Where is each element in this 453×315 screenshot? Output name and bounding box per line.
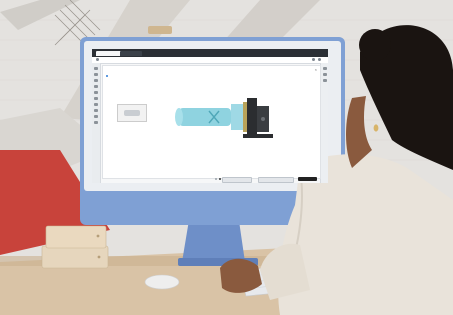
tool-icon[interactable] (94, 91, 98, 94)
secondary-button[interactable] (222, 177, 252, 183)
app-tab-bar (92, 49, 328, 57)
tool-icon[interactable] (322, 67, 327, 70)
monitor-screen: × (92, 49, 328, 183)
settings-icon[interactable] (318, 58, 321, 61)
app-menu-icon[interactable] (96, 58, 99, 61)
tool-icon[interactable] (94, 73, 98, 76)
wall-lamp (148, 26, 172, 34)
tool-icon[interactable] (322, 79, 327, 82)
tab-1[interactable] (96, 51, 122, 56)
primary-button[interactable] (298, 177, 317, 181)
right-toolbar (320, 63, 328, 183)
tool-icon[interactable] (94, 67, 98, 70)
tool-icon[interactable] (94, 103, 98, 106)
tool-icon[interactable] (94, 109, 98, 112)
mouse (144, 274, 180, 290)
tool-icon[interactable] (94, 79, 98, 82)
tool-icon[interactable] (94, 121, 98, 124)
office-scene: × (0, 0, 453, 315)
storage-boxes (41, 225, 109, 269)
tool-icon[interactable] (94, 115, 98, 118)
app-top-bar (92, 57, 328, 64)
tool-icon[interactable] (94, 97, 98, 100)
middle-button[interactable] (258, 177, 294, 183)
tool-icon[interactable] (322, 73, 327, 76)
cad-model (175, 98, 273, 138)
left-toolbar (92, 63, 101, 183)
cad-model-view[interactable] (103, 66, 320, 178)
tool-icon[interactable] (94, 85, 98, 88)
tab-2[interactable] (120, 51, 142, 56)
user-avatar-icon[interactable] (312, 58, 315, 61)
panel-footer (102, 177, 319, 183)
tutorial-panel: × (102, 65, 321, 180)
